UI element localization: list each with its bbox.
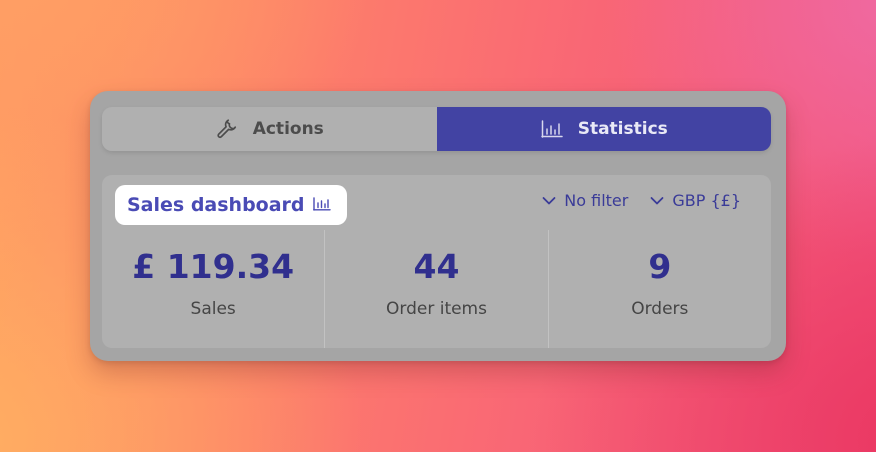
stat-order-items: 44 Order items — [324, 230, 547, 348]
stat-label: Orders — [631, 299, 689, 319]
sales-dashboard-card: Sales dashboard No filter GBP {£} £ 119.… — [102, 175, 771, 348]
stat-sales: £ 119.34 Sales — [102, 230, 324, 348]
tab-statistics-label: Statistics — [577, 119, 668, 139]
segment-filter-dropdown[interactable]: No filter — [542, 191, 628, 210]
wrench-icon — [215, 117, 239, 141]
dashboard-title-label: Sales dashboard — [127, 194, 305, 216]
stats-row: £ 119.34 Sales 44 Order items 9 Orders — [102, 230, 771, 348]
stat-label: Order items — [386, 299, 487, 319]
tab-actions[interactable]: Actions — [102, 107, 437, 151]
tab-bar: Actions Statistics — [102, 107, 771, 151]
statistics-panel: Actions Statistics Sales dashboard No fi… — [90, 91, 786, 361]
currency-label: GBP {£} — [672, 191, 741, 210]
bar-chart-icon — [312, 194, 331, 216]
stat-value: 44 — [413, 247, 460, 286]
chevron-down-icon — [650, 191, 664, 210]
dashboard-title[interactable]: Sales dashboard — [115, 185, 347, 225]
tab-statistics[interactable]: Statistics — [436, 107, 771, 151]
currency-dropdown[interactable]: GBP {£} — [650, 191, 741, 210]
stat-value: 9 — [648, 247, 672, 286]
chevron-down-icon — [542, 191, 556, 210]
filter-bar: No filter GBP {£} — [542, 191, 741, 210]
tab-actions-label: Actions — [252, 119, 324, 139]
segment-filter-label: No filter — [564, 191, 629, 210]
bar-chart-icon — [540, 117, 564, 141]
stat-orders: 9 Orders — [547, 230, 771, 348]
stat-label: Sales — [190, 299, 236, 319]
stat-value: £ 119.34 — [132, 247, 295, 286]
